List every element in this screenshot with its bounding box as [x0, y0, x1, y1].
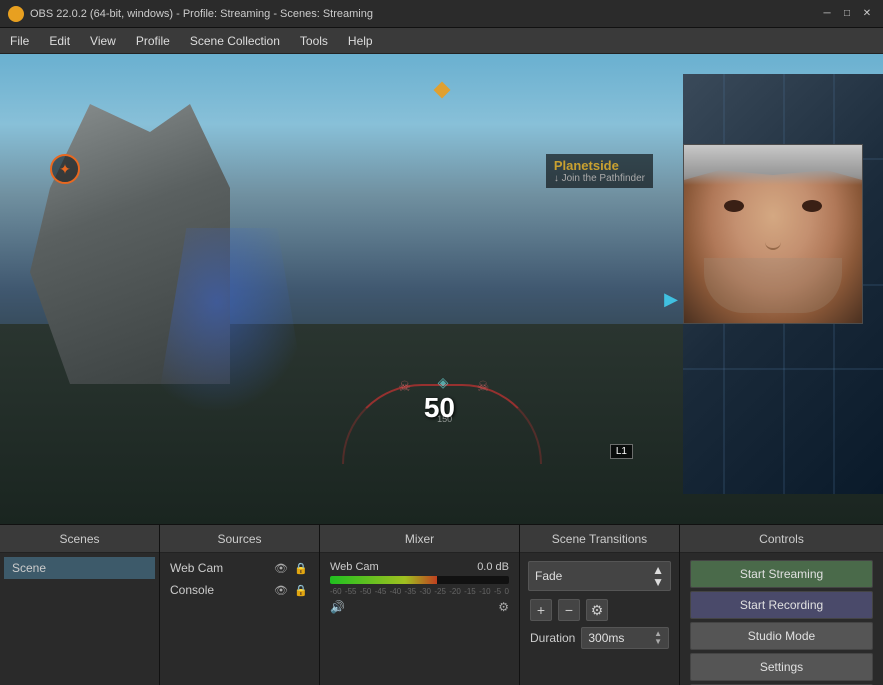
duration-value: 300ms [588, 631, 624, 645]
transition-type-label: Fade [535, 569, 562, 583]
maximize-button[interactable]: □ [839, 6, 855, 22]
duration-row: Duration 300ms ▲▼ [524, 625, 675, 651]
controls-content: Start Streaming Start Recording Studio M… [680, 553, 883, 685]
close-button[interactable]: ✕ [859, 6, 875, 22]
source-label-console: Console [170, 583, 214, 597]
add-transition-button[interactable]: + [530, 599, 552, 621]
sources-header: Sources [160, 525, 319, 553]
duration-arrows: ▲▼ [654, 630, 662, 646]
transition-buttons: + − ⚙ [524, 595, 675, 625]
source-lock-icon[interactable]: 🔒 [293, 560, 309, 576]
menu-edit[interactable]: Edit [39, 28, 80, 53]
controls-panel: Controls Start Streaming Start Recording… [680, 525, 883, 685]
mixer-item-webcam: Web Cam 0.0 dB -60-55-50-45-40-35-30-25-… [324, 557, 515, 618]
mixer-panel: Mixer Web Cam 0.0 dB -60-55-50-45-40-35-… [320, 525, 520, 685]
faction-icon: ✦ [50, 154, 80, 184]
window-controls: ─ □ ✕ [819, 6, 875, 22]
source-visible-icon-console[interactable]: 👁 [273, 582, 289, 598]
start-recording-button[interactable]: Start Recording [690, 591, 873, 619]
menu-file[interactable]: File [0, 28, 39, 53]
webcam-overlay [683, 144, 863, 324]
menu-bar: File Edit View Profile Scene Collection … [0, 28, 883, 54]
duration-label: Duration [530, 631, 575, 645]
preview-area: ▶ ☠ ◈ ☠ 50 150 ✦ Planetside ↓ Join the P… [0, 54, 883, 524]
scene-item-streaming[interactable]: Scene [4, 557, 155, 579]
menu-view[interactable]: View [80, 28, 126, 53]
bottom-panel: Scenes Scene Sources Web Cam 👁 🔒 Console… [0, 524, 883, 685]
menu-profile[interactable]: Profile [126, 28, 180, 53]
menu-scene-collection[interactable]: Scene Collection [180, 28, 290, 53]
transition-settings-button[interactable]: ⚙ [586, 599, 608, 621]
mixer-webcam-label: Web Cam [330, 561, 379, 573]
transition-arrows: ▲▼ [652, 564, 664, 588]
mixer-header: Mixer [320, 525, 519, 553]
source-webcam-icons: 👁 🔒 [273, 560, 309, 576]
volume-meter [330, 576, 509, 584]
game-subtitle: ↓ Join the Pathfinder [554, 173, 645, 184]
mixer-gear-button[interactable]: ⚙ [498, 600, 509, 614]
transition-type-select[interactable]: Fade ▲▼ [528, 561, 671, 591]
duration-select[interactable]: 300ms ▲▼ [581, 627, 669, 649]
menu-help[interactable]: Help [338, 28, 383, 53]
transitions-panel: Scene Transitions Fade ▲▼ + − ⚙ Duration… [520, 525, 680, 685]
window-title: OBS 22.0.2 (64-bit, windows) - Profile: … [30, 8, 819, 20]
start-streaming-button[interactable]: Start Streaming [690, 560, 873, 588]
source-item-webcam[interactable]: Web Cam 👁 🔒 [164, 557, 315, 579]
transitions-content: Fade ▲▼ + − ⚙ Duration 300ms ▲▼ [520, 553, 679, 685]
menu-tools[interactable]: Tools [290, 28, 338, 53]
settings-button[interactable]: Settings [690, 653, 873, 681]
app-icon [8, 6, 24, 22]
volume-scale: -60-55-50-45-40-35-30-25-20-15-10-50 [330, 587, 509, 596]
studio-mode-button[interactable]: Studio Mode [690, 622, 873, 650]
mixer-content: Web Cam 0.0 dB -60-55-50-45-40-35-30-25-… [320, 553, 519, 685]
source-item-console[interactable]: Console 👁 🔒 [164, 579, 315, 601]
minimize-button[interactable]: ─ [819, 6, 835, 22]
game-title: Planetside [554, 158, 645, 173]
volume-fill [330, 576, 437, 584]
source-visible-icon[interactable]: 👁 [273, 560, 289, 576]
sources-panel: Sources Web Cam 👁 🔒 Console 👁 🔒 [160, 525, 320, 685]
title-bar: OBS 22.0.2 (64-bit, windows) - Profile: … [0, 0, 883, 28]
waypoint-marker [436, 84, 448, 98]
source-label-webcam: Web Cam [170, 561, 223, 575]
direction-arrow: ▶ [664, 289, 678, 310]
webcam-feed [684, 145, 862, 323]
sources-content: Web Cam 👁 🔒 Console 👁 🔒 [160, 553, 319, 685]
scenes-content: Scene [0, 553, 159, 685]
mixer-controls: 🔊 ⚙ [330, 600, 509, 614]
scenes-panel: Scenes Scene [0, 525, 160, 685]
source-console-icons: 👁 🔒 [273, 582, 309, 598]
character-area [80, 154, 460, 524]
controls-header: Controls [680, 525, 883, 553]
transitions-header: Scene Transitions [520, 525, 679, 553]
hud-l1-indicator: L1 [610, 444, 633, 459]
source-lock-icon-console[interactable]: 🔒 [293, 582, 309, 598]
mute-button[interactable]: 🔊 [330, 600, 345, 614]
scenes-header: Scenes [0, 525, 159, 553]
game-title-overlay: Planetside ↓ Join the Pathfinder [546, 154, 653, 188]
remove-transition-button[interactable]: − [558, 599, 580, 621]
mixer-webcam-db: 0.0 dB [477, 561, 509, 573]
mixer-top-row: Web Cam 0.0 dB [330, 561, 509, 573]
